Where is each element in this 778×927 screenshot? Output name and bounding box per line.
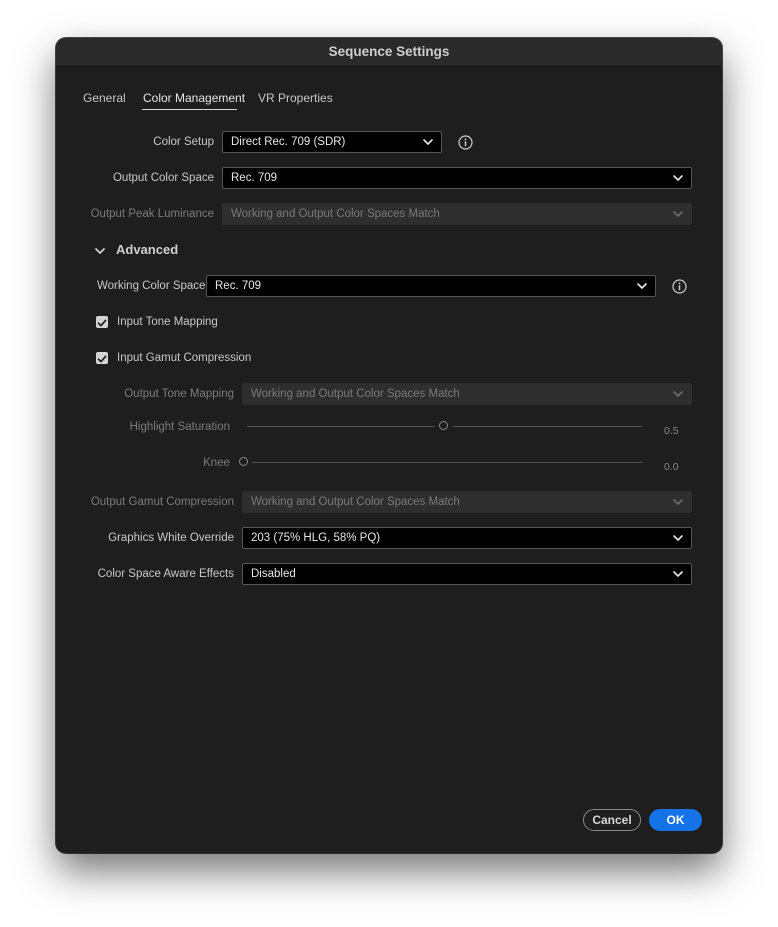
tab-color-management[interactable]: Color Management: [143, 91, 245, 105]
highlight-saturation-label: Highlight Saturation: [129, 421, 230, 433]
highlight-saturation-slider: [247, 418, 642, 434]
slider-track: [252, 462, 642, 463]
slider-thumb: [239, 457, 248, 466]
chevron-down-icon: [423, 139, 433, 145]
output-gamut-compression-value: Working and Output Color Spaces Match: [251, 496, 460, 508]
output-gamut-compression-select: Working and Output Color Spaces Match: [242, 491, 692, 513]
chevron-down-icon: [673, 535, 683, 541]
ok-button[interactable]: OK: [649, 809, 702, 831]
tab-vr-properties[interactable]: VR Properties: [258, 91, 333, 105]
info-icon[interactable]: [672, 279, 687, 294]
chevron-down-icon[interactable]: [93, 244, 107, 258]
chevron-down-icon: [673, 391, 683, 397]
working-color-space-label: Working Color Space: [97, 280, 206, 292]
output-peak-luminance-label: Output Peak Luminance: [90, 208, 214, 220]
input-tone-mapping-checkbox[interactable]: [96, 316, 108, 328]
active-tab-indicator: [142, 109, 237, 110]
output-peak-luminance-select: Working and Output Color Spaces Match: [222, 203, 692, 225]
graphics-white-override-label: Graphics White Override: [108, 532, 234, 544]
output-tone-mapping-label: Output Tone Mapping: [124, 388, 234, 400]
output-gamut-compression-label: Output Gamut Compression: [90, 496, 234, 508]
checkmark-icon: [97, 355, 107, 363]
color-space-aware-effects-value: Disabled: [251, 568, 296, 580]
slider-track-left: [247, 426, 435, 427]
input-gamut-compression-checkbox[interactable]: [96, 352, 108, 364]
output-peak-luminance-value: Working and Output Color Spaces Match: [231, 208, 440, 220]
output-tone-mapping-select: Working and Output Color Spaces Match: [242, 383, 692, 405]
sequence-settings-dialog: Sequence Settings General Color Manageme…: [56, 38, 722, 853]
knee-value: 0.0: [664, 461, 679, 473]
color-setup-value: Direct Rec. 709 (SDR): [231, 136, 346, 148]
color-setup-label: Color Setup: [153, 136, 214, 148]
knee-slider: [238, 454, 642, 470]
advanced-section-toggle[interactable]: Advanced: [116, 242, 178, 257]
output-tone-mapping-value: Working and Output Color Spaces Match: [251, 388, 460, 400]
slider-thumb: [439, 421, 448, 430]
highlight-saturation-value: 0.5: [664, 425, 679, 437]
input-tone-mapping-label[interactable]: Input Tone Mapping: [117, 316, 218, 328]
output-color-space-select[interactable]: Rec. 709: [222, 167, 692, 189]
output-color-space-value: Rec. 709: [231, 172, 278, 184]
color-space-aware-effects-label: Color Space Aware Effects: [97, 568, 234, 580]
output-color-space-label: Output Color Space: [112, 172, 214, 184]
tab-general[interactable]: General: [83, 91, 126, 105]
color-space-aware-effects-select[interactable]: Disabled: [242, 563, 692, 585]
window-title: Sequence Settings: [56, 38, 722, 67]
chevron-down-icon: [673, 175, 683, 181]
chevron-down-icon: [673, 211, 683, 217]
working-color-space-value: Rec. 709: [215, 280, 262, 292]
knee-label: Knee: [203, 457, 230, 469]
chevron-down-icon: [637, 283, 647, 289]
chevron-down-icon: [673, 571, 683, 577]
slider-track-right: [453, 426, 642, 427]
graphics-white-override-value: 203 (75% HLG, 58% PQ): [251, 532, 381, 544]
input-gamut-compression-label[interactable]: Input Gamut Compression: [117, 352, 251, 364]
info-icon[interactable]: [458, 135, 473, 150]
graphics-white-override-select[interactable]: 203 (75% HLG, 58% PQ): [242, 527, 692, 549]
working-color-space-select[interactable]: Rec. 709: [206, 275, 656, 297]
color-setup-select[interactable]: Direct Rec. 709 (SDR): [222, 131, 442, 153]
chevron-down-icon: [673, 499, 683, 505]
checkmark-icon: [97, 319, 107, 327]
cancel-button[interactable]: Cancel: [583, 809, 641, 831]
